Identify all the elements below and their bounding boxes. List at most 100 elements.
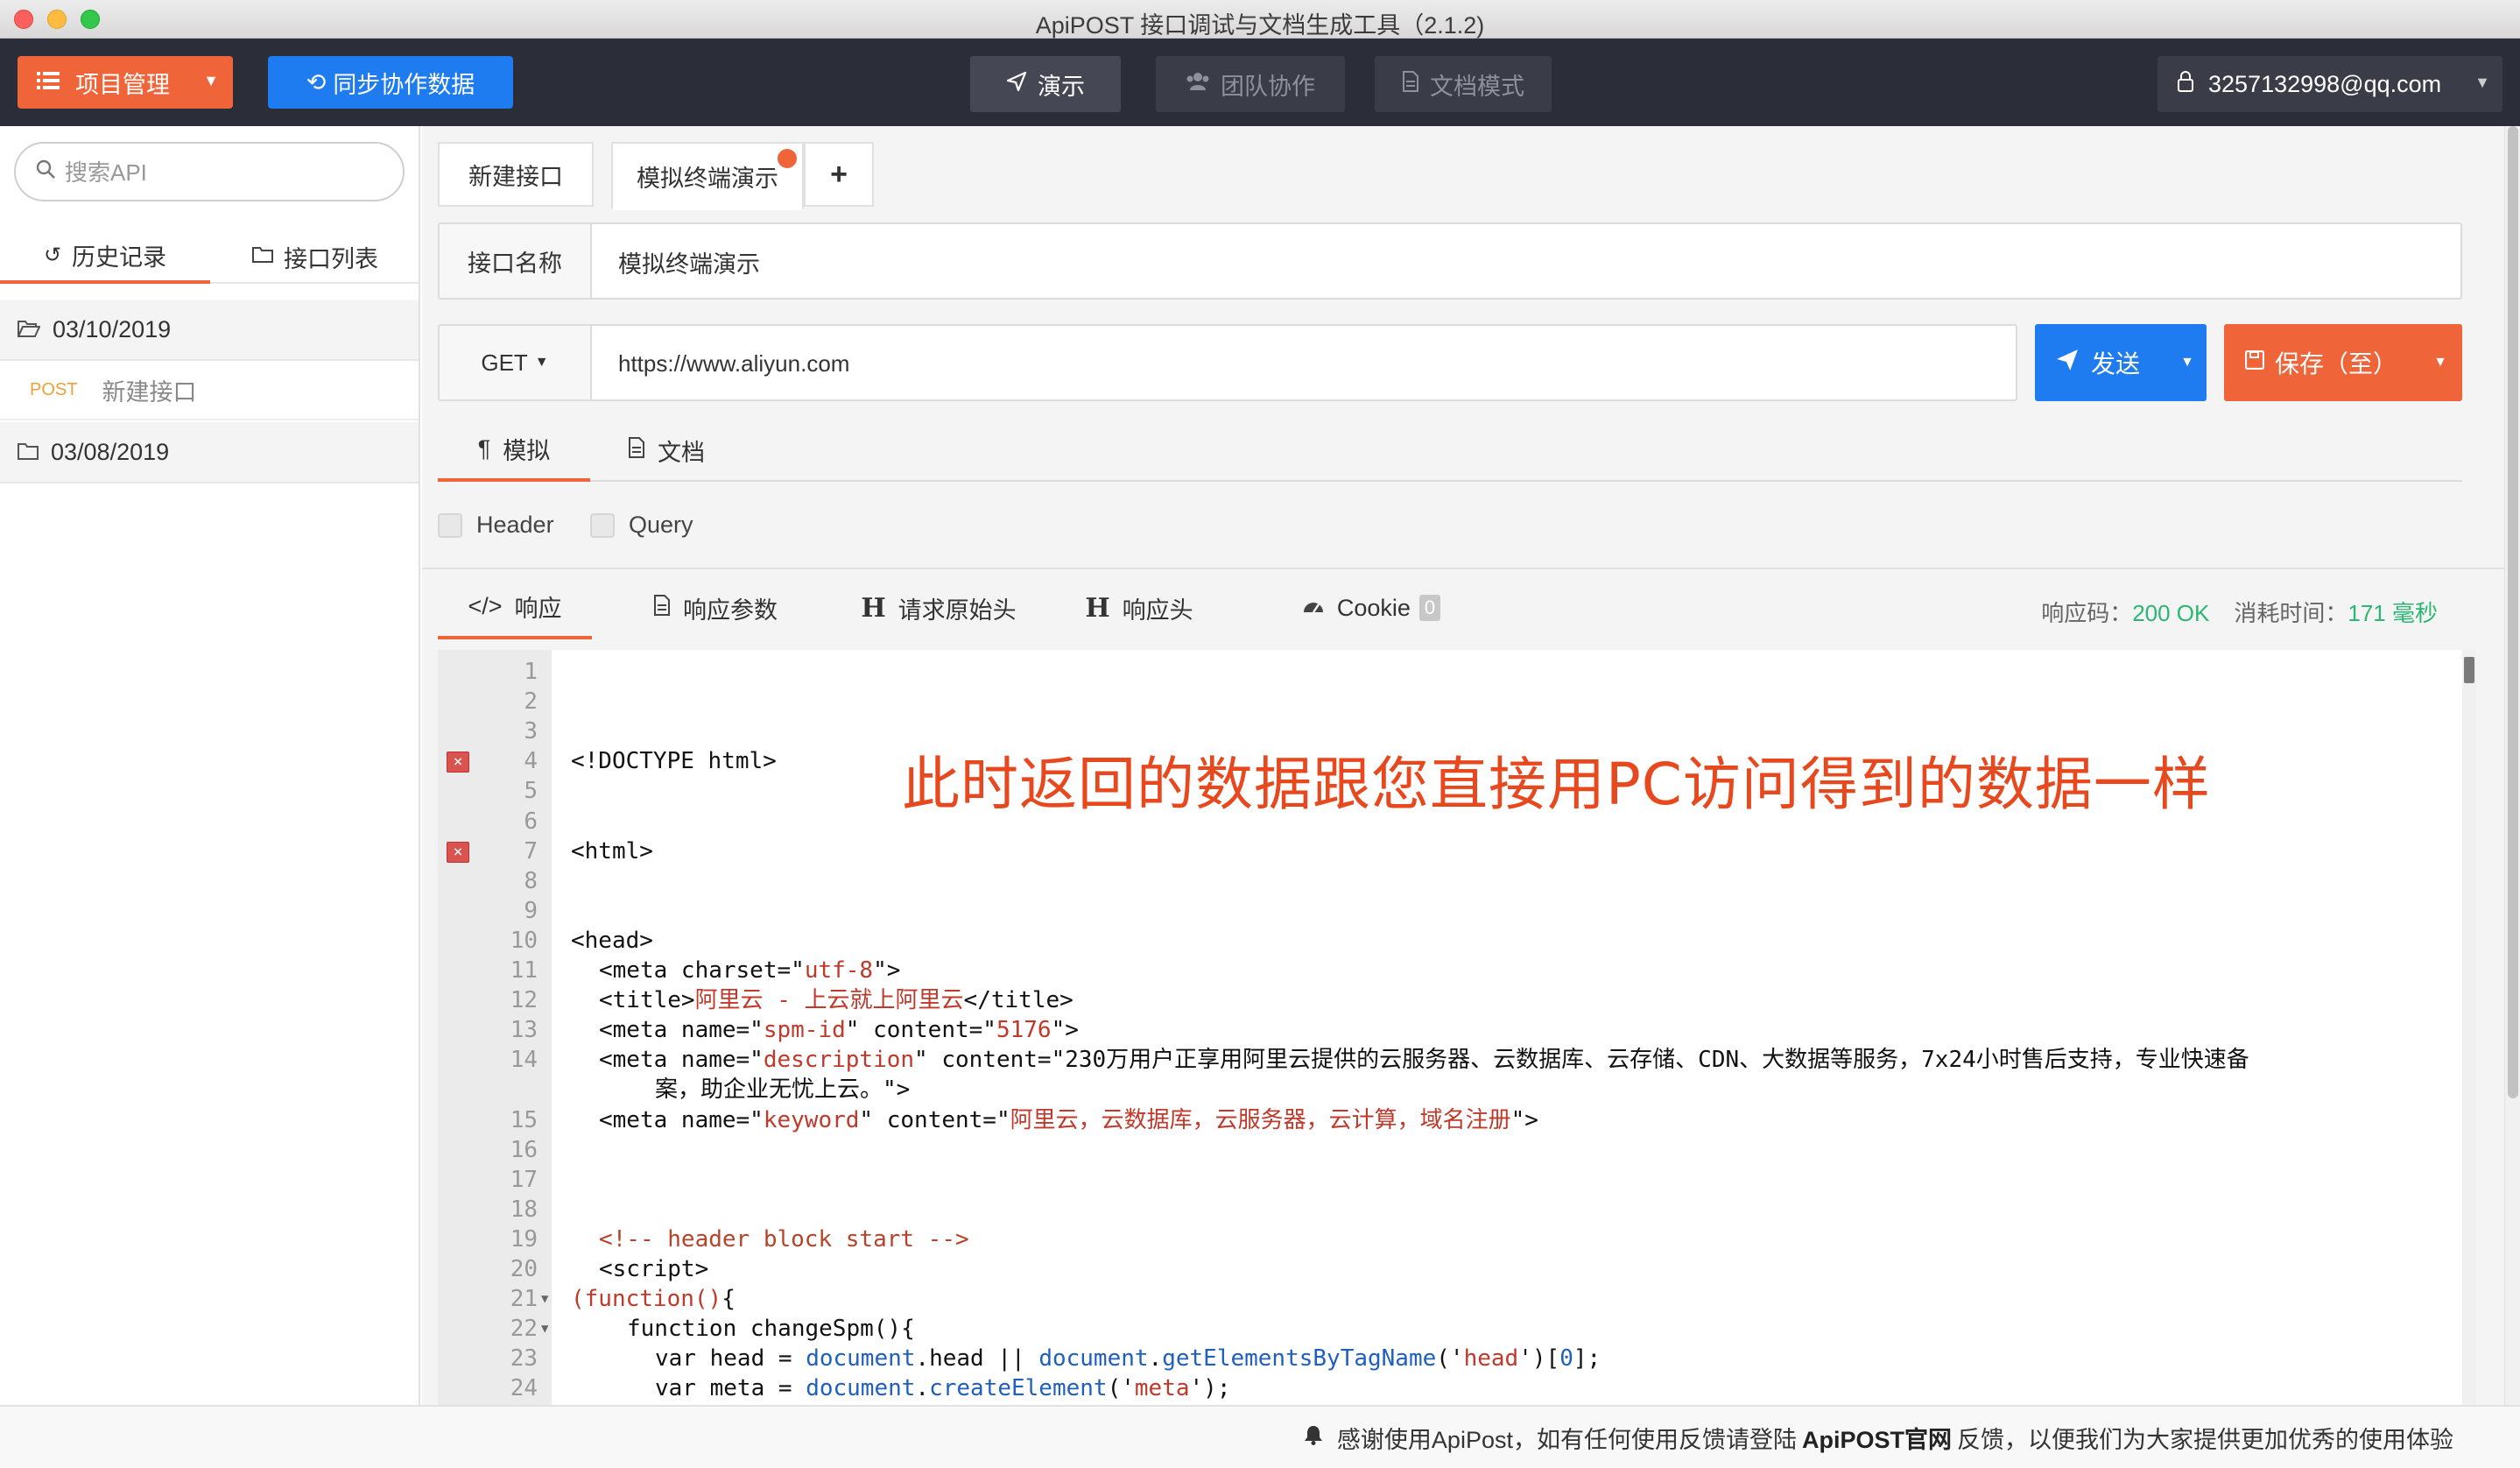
line-number: 8 <box>524 867 538 894</box>
scrollbar-thumb[interactable] <box>2508 126 2518 1098</box>
mode-tabs: ¶ 模拟 文档 <box>438 419 2462 482</box>
line-number: 1 <box>524 659 538 685</box>
annotation-text: 此时返回的数据跟您直接用PC访问得到的数据一样 <box>902 751 2211 818</box>
error-marker-icon[interactable]: × <box>447 841 469 863</box>
line-number: 19 <box>510 1225 538 1253</box>
paper-plane-icon <box>1006 71 1027 98</box>
user-menu[interactable]: 3257132998@qq.com ▼ <box>2157 56 2502 112</box>
history-group-2[interactable]: 03/08/2019 <box>0 422 419 483</box>
list-item[interactable]: POST 新建接口 <box>0 361 419 420</box>
line-number: 18 <box>510 1196 538 1223</box>
line-number: 20 <box>510 1256 538 1282</box>
api-name-field: 接口名称 模拟终端演示 <box>438 222 2462 300</box>
response-stats: 响应码：200 OK 消耗时间：171 毫秒 <box>2041 596 2438 628</box>
tab-doc-label: 文档 <box>658 439 705 466</box>
code-line: 18 <box>438 1195 2476 1225</box>
checkbox-box[interactable] <box>590 512 615 538</box>
tab-history[interactable]: ↺ 历史记录 <box>0 229 210 284</box>
paper-plane-icon <box>2056 349 2079 378</box>
fold-toggle-icon[interactable]: ▼ <box>541 1314 548 1344</box>
tab-label: 模拟终端演示 <box>637 165 778 192</box>
top-navbar: 项目管理 ▼ ⟲ 同步协作数据 演示 团队协作 文档模式 3257132998@… <box>0 39 2520 126</box>
save-options-caret[interactable]: ▼ <box>2418 324 2462 401</box>
method-value: GET <box>481 349 528 376</box>
send-button[interactable]: 发送 ▼ <box>2035 324 2207 401</box>
tab-demo[interactable]: 演示 <box>970 56 1121 112</box>
line-number: 24 <box>510 1375 538 1402</box>
line-number: 13 <box>510 1017 538 1044</box>
tab-response[interactable]: </> 响应 <box>438 576 592 639</box>
checkbox-box[interactable] <box>438 512 462 538</box>
method-badge: POST <box>30 379 78 399</box>
line-number: 23 <box>510 1345 538 1373</box>
line-number: 5 <box>524 778 538 805</box>
scrollbar-thumb[interactable] <box>2464 657 2474 683</box>
query-checkbox[interactable]: Query <box>590 512 693 539</box>
status-suffix: 反馈，以便我们为大家提供更加优秀的使用体验 <box>1957 1426 2453 1453</box>
search-input[interactable] <box>65 156 389 189</box>
code-line: 24 var meta = document.createElement('met… <box>438 1373 2476 1403</box>
line-number: 3 <box>524 718 538 745</box>
code-line: 8 <box>438 866 2476 896</box>
history-icon: ↺ <box>43 243 62 267</box>
header-checkbox[interactable]: Header <box>438 512 554 539</box>
method-select[interactable]: GET ▼ <box>440 326 592 399</box>
tab-mock[interactable]: ¶ 模拟 <box>438 419 590 482</box>
tab-team[interactable]: 团队协作 <box>1156 56 1345 112</box>
code-text: <meta name="keyword" content="阿里云，云数据库，云… <box>599 1106 1538 1133</box>
add-tab-button[interactable]: + <box>804 142 874 207</box>
status-label: 响应码： <box>2041 600 2133 626</box>
code-text: <!-- header block start --> <box>599 1225 969 1253</box>
window-scrollbar[interactable] <box>2504 126 2520 1405</box>
error-marker-icon[interactable]: × <box>447 752 469 773</box>
url-input[interactable]: https://www.aliyun.com <box>618 350 849 378</box>
tab-cookie[interactable]: Cookie 0 <box>1284 576 1459 639</box>
code-text: (function(){ <box>571 1286 736 1313</box>
api-name-input[interactable]: 模拟终端演示 <box>618 245 760 279</box>
code-text: <head> <box>571 927 653 954</box>
unsaved-dot <box>778 149 797 168</box>
send-label: 发送 <box>2091 350 2141 378</box>
code-line: 19 <!-- header block start --> <box>438 1225 2476 1254</box>
plus-icon: + <box>830 157 848 191</box>
elapsed-time: 171 毫秒 <box>2348 600 2438 626</box>
sync-data-button[interactable]: ⟲ 同步协作数据 <box>268 56 513 109</box>
code-line: 案，助企业无忧上云。"> <box>438 1075 2476 1105</box>
tab-doc[interactable]: 文档 <box>590 419 743 482</box>
line-number: 16 <box>510 1136 538 1163</box>
website-link[interactable]: ApiPOST官网 <box>1802 1421 1952 1455</box>
code-line: 9 <box>438 896 2476 926</box>
tab-request-headers[interactable]: H 请求原始头 <box>842 576 1035 639</box>
tab-response-params[interactable]: 响应参数 <box>623 576 807 639</box>
tab-docs-label: 文档模式 <box>1430 73 1524 100</box>
history-date: 03/10/2019 <box>53 315 172 342</box>
url-bar: GET ▼ https://www.aliyun.com <box>438 324 2017 401</box>
code-line: 11 <meta charset="utf-8"> <box>438 956 2476 985</box>
search-icon <box>35 158 56 186</box>
code-text: <script> <box>599 1256 709 1282</box>
editor-scrollbar[interactable] <box>2462 650 2476 1405</box>
tab-response-headers[interactable]: H 响应头 <box>1073 576 1205 639</box>
tab-history-label: 历史记录 <box>72 243 167 271</box>
pilcrow-icon: ¶ <box>477 434 491 462</box>
save-button[interactable]: 保存（至） ▼ <box>2224 324 2462 401</box>
cookie-count-badge: 0 <box>1418 595 1441 621</box>
code-line: 14 <meta name="description" content="230万… <box>438 1045 2476 1075</box>
code-line: 17 <box>438 1165 2476 1195</box>
tab-api-list-label: 接口列表 <box>284 245 378 272</box>
fold-toggle-icon[interactable]: ▼ <box>541 1284 548 1314</box>
project-manage-button[interactable]: 项目管理 ▼ <box>18 56 233 109</box>
caret-down-icon: ▼ <box>534 355 549 370</box>
tab-new-api[interactable]: 新建接口 <box>438 142 594 207</box>
checkbox-label: Header <box>476 512 554 538</box>
code-line: 23 var head = document.head || document.g… <box>438 1344 2476 1373</box>
line-number: 15 <box>510 1106 538 1133</box>
tab-docs[interactable]: 文档模式 <box>1375 56 1552 112</box>
code-line: 13 <meta name="spm-id" content="5176"> <box>438 1015 2476 1045</box>
history-group-1[interactable]: 03/10/2019 <box>0 300 419 361</box>
code-line: 16 <box>438 1135 2476 1165</box>
tab-api-list[interactable]: 接口列表 <box>210 229 420 284</box>
send-options-caret[interactable]: ▼ <box>2168 324 2207 401</box>
tab-terminal-demo[interactable]: 模拟终端演示 <box>611 142 804 210</box>
document-icon <box>628 436 645 464</box>
